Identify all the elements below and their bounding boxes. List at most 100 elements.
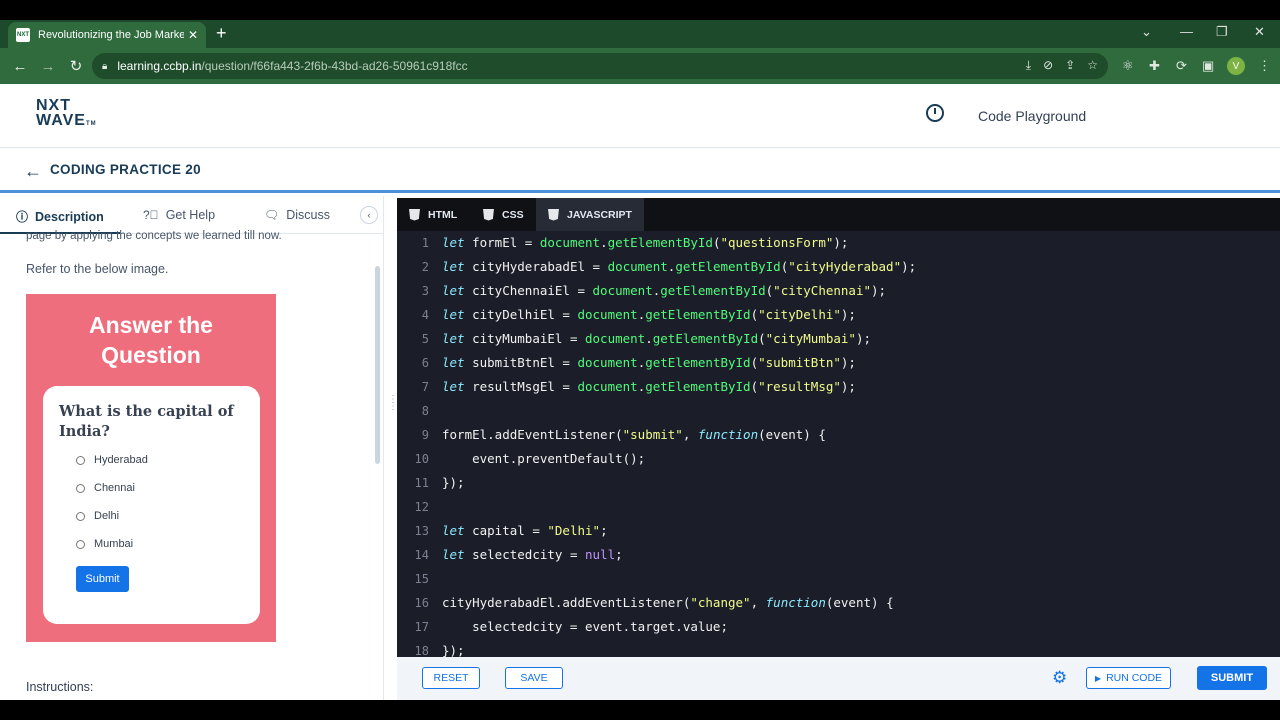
collapse-panel-button[interactable]: ‹ [360, 206, 378, 224]
sync-icon[interactable]: ⟳ [1176, 58, 1187, 74]
tab-search-icon[interactable]: ⌄ [1141, 24, 1152, 40]
share-icon[interactable]: ⇪ [1065, 58, 1075, 73]
site-header: NXT WAVETM Code Playground [0, 84, 1280, 148]
tab-get-help-label: Get Help [165, 208, 216, 222]
panel-tabs: ⓘ Description ?⃝ Get Help 🗨︎ Discuss ‹ [0, 196, 383, 234]
side-panel-icon[interactable]: ▣ [1202, 58, 1214, 74]
line-number: 6 [421, 356, 429, 370]
code-line[interactable]: 6 let submitBtnEl = document.getElementBy… [397, 351, 1280, 375]
tab-html[interactable]: HTML [397, 198, 469, 231]
run-code-button[interactable]: ▶ RUN CODE [1086, 667, 1171, 689]
code-token: document [607, 259, 668, 274]
logo-text-top: NXT [36, 97, 71, 114]
stopwatch-icon[interactable] [926, 104, 944, 122]
profile-avatar[interactable]: V [1227, 57, 1245, 75]
close-tab-icon[interactable]: ✕ [188, 28, 198, 42]
tab-css[interactable]: CSS [471, 198, 536, 231]
minimize-icon[interactable]: — [1180, 24, 1193, 39]
reload-icon[interactable]: ↻ [68, 57, 84, 75]
tab-html-label: HTML [428, 208, 458, 221]
code-token: submitBtnEl = [472, 355, 578, 370]
extensions-icon[interactable]: ✚ [1149, 58, 1160, 74]
line-number: 16 [414, 596, 429, 610]
code-token: let [442, 379, 465, 394]
code-token: ; [615, 547, 623, 562]
code-token: cityDelhiEl = [472, 307, 578, 322]
code-token: "cityDelhi" [758, 307, 841, 322]
window-close-icon[interactable]: ✕ [1254, 24, 1265, 40]
code-token: cityMumbaiEl = [472, 331, 585, 346]
forward-icon[interactable]: → [40, 58, 56, 75]
back-arrow-icon[interactable]: ← [24, 161, 42, 182]
code-token: let [442, 523, 465, 538]
code-token: ); [840, 355, 856, 370]
browser-tab[interactable]: NXT Revolutionizing the Job Market | ✕ [8, 22, 206, 48]
code-editor[interactable]: HTML CSS JAVASCRIPT 1 let formEl = docume… [397, 198, 1280, 657]
code-token: , [682, 427, 698, 442]
tab-get-help[interactable]: ?⃝ Get Help [143, 208, 215, 222]
menu-icon[interactable]: ⋮ [1258, 58, 1271, 74]
code-token: event.preventDefault(); [442, 451, 646, 466]
code-line[interactable]: 8 [397, 399, 1280, 423]
back-icon[interactable]: ← [12, 58, 28, 75]
save-button[interactable]: SAVE [505, 667, 563, 689]
code-line[interactable]: 11}); [397, 471, 1280, 495]
code-token: let [442, 259, 465, 274]
new-tab-button[interactable]: + [216, 23, 227, 44]
code-token: let [442, 331, 465, 346]
code-token: getElementById [645, 307, 751, 322]
tab-description[interactable]: ⓘ Description [16, 208, 104, 225]
code-line[interactable]: 14 let selectedcity = null; [397, 543, 1280, 567]
eye-off-icon[interactable]: ⊘ [1043, 58, 1053, 73]
code-token: "cityHyderabad" [788, 259, 902, 274]
line-content: }); [442, 471, 465, 495]
gear-icon[interactable]: ⚙ [1052, 668, 1067, 688]
restore-icon[interactable]: ❐ [1216, 24, 1228, 40]
code-line[interactable]: 1 let formEl = document.getElementById("q… [397, 231, 1280, 255]
address-bar[interactable]: 🔒︎ learning.ccbp.in /question/f66fa443-2… [92, 53, 1108, 79]
code-token: null [585, 547, 616, 562]
code-line[interactable]: 15 [397, 567, 1280, 591]
reference-image: Answer the Question What is the capital … [26, 294, 276, 642]
logo-text-bottom: WAVE [36, 112, 86, 129]
submit-button[interactable]: SUBMIT [1197, 666, 1267, 690]
code-token: let [442, 235, 465, 250]
code-line[interactable]: 9 formEl.addEventListener("submit", funct… [397, 423, 1280, 447]
code-line[interactable]: 10 event.preventDefault(); [397, 447, 1280, 471]
code-playground-link[interactable]: Code Playground [978, 108, 1086, 124]
code-line[interactable]: 12 [397, 495, 1280, 519]
code-token: cityChennaiEl = [472, 283, 593, 298]
code-token: ); [840, 307, 856, 322]
option-delhi: Delhi [76, 510, 119, 522]
reset-button[interactable]: RESET [422, 667, 480, 689]
code-token: , [750, 595, 766, 610]
bookmark-star-icon[interactable]: ☆ [1087, 58, 1098, 73]
tab-javascript[interactable]: JAVASCRIPT [536, 198, 644, 231]
panel-scrollbar[interactable] [375, 266, 380, 464]
page-title: CODING PRACTICE 20 [50, 162, 201, 177]
code-line[interactable]: 3 let cityChennaiEl = document.getElement… [397, 279, 1280, 303]
code-line[interactable]: 7 let resultMsgEl = document.getElementBy… [397, 375, 1280, 399]
tab-discuss[interactable]: 🗨︎ Discuss [264, 208, 330, 222]
code-token: document [577, 355, 638, 370]
react-devtools-icon[interactable]: ⚛ [1122, 58, 1134, 74]
code-line[interactable]: 16 cityHyderabadEl.addEventListener("chan… [397, 591, 1280, 615]
code-line[interactable]: 13 let capital = "Delhi"; [397, 519, 1280, 543]
code-line[interactable]: 2 let cityHyderabadEl = document.getEleme… [397, 255, 1280, 279]
code-line[interactable]: 17 selectedcity = event.target.value; [397, 615, 1280, 639]
line-content: let capital = "Delhi"; [442, 519, 608, 543]
browser-toolbar: ← → ↻ 🔒︎ learning.ccbp.in /question/f66f… [0, 48, 1280, 84]
radio-icon [76, 455, 85, 465]
line-number: 4 [421, 308, 429, 322]
code-line[interactable]: 18}); [397, 639, 1280, 657]
screen: NXT Revolutionizing the Job Market | ✕ +… [0, 0, 1280, 720]
play-icon: ▶ [1094, 673, 1102, 683]
nxtwave-logo[interactable]: NXT WAVETM [36, 98, 97, 132]
code-line[interactable]: 5 let cityMumbaiEl = document.getElementB… [397, 327, 1280, 351]
code-line[interactable]: 4 let cityDelhiEl = document.getElementBy… [397, 303, 1280, 327]
code-token: getElementById [607, 235, 713, 250]
code-token: ); [871, 283, 887, 298]
install-icon[interactable]: ⤓ [1026, 58, 1031, 73]
line-number: 11 [414, 476, 429, 490]
code-token: "submit" [622, 427, 683, 442]
